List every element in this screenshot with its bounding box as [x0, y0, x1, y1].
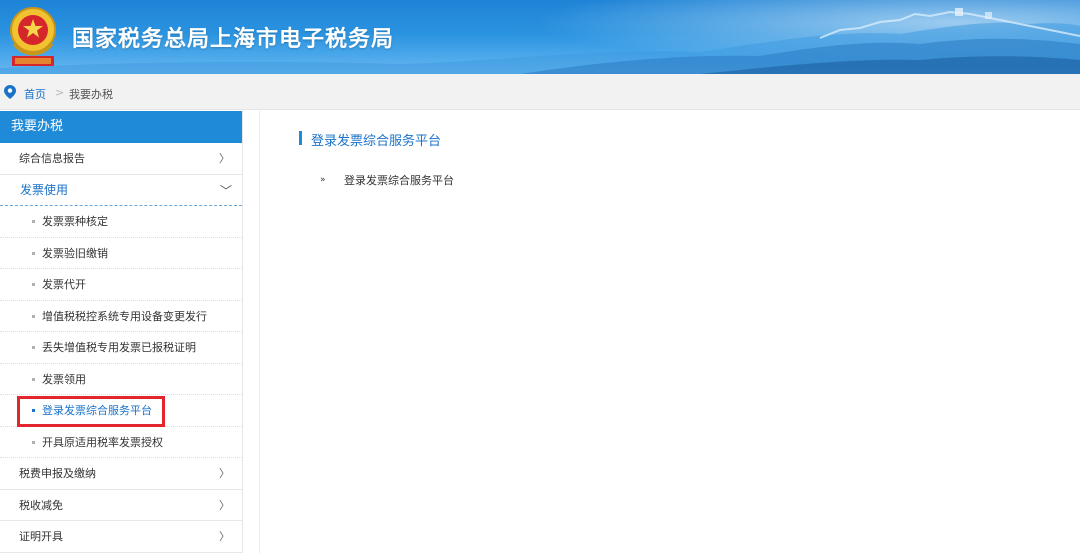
site-header: 国家税务总局上海市电子税务局 — [0, 0, 1080, 74]
bullet-icon — [32, 220, 35, 223]
sidebar-item-label: 税费申报及缴纳 — [19, 467, 96, 480]
bullet-icon — [32, 251, 35, 255]
sidebar-subitem-label: 发票领用 — [42, 372, 86, 386]
sidebar-subitem-label: 发票验旧缴销 — [42, 246, 108, 260]
sidebar-heading: 我要办税 — [0, 111, 242, 143]
bullet-icon — [32, 314, 35, 318]
sidebar-subitem-invoice-verify-cancel[interactable]: 发票验旧缴销 — [0, 238, 242, 269]
breadcrumb-home-link[interactable]: 首页 — [24, 86, 46, 102]
chevron-right-icon: 〉 — [219, 467, 230, 480]
breadcrumb: 首页 > 我要办税 — [0, 74, 1080, 110]
main-content: 登录发票综合服务平台 » 登录发票综合服务平台 — [259, 111, 1080, 553]
double-chevron-right-icon: » — [320, 175, 326, 185]
sidebar-item-certificate-issue[interactable]: 证明开具 〉 — [0, 521, 242, 553]
chevron-down-icon: ﹀ — [219, 183, 232, 198]
sidebar-subitem-label: 发票票种核定 — [42, 215, 108, 228]
chevron-right-icon: 〉 — [219, 498, 230, 512]
breadcrumb-separator: > — [55, 86, 65, 99]
bullet-icon — [32, 440, 35, 444]
sidebar-item-label: 发票使用 — [20, 182, 69, 197]
section-title: 登录发票综合服务平台 — [311, 134, 442, 149]
site-title: 国家税务总局上海市电子税务局 — [72, 27, 395, 52]
sidebar-subitem-label: 丢失增值税专用发票已报税证明 — [42, 341, 196, 354]
sidebar-item-tax-declaration-payment[interactable]: 税费申报及缴纳 〉 — [0, 458, 242, 490]
sidebar-subitem-label: 开具原适用税率发票授权 — [42, 435, 163, 449]
section-title-accent-bar — [299, 131, 302, 145]
sidebar-item-invoice-use[interactable]: 发票使用 ﹀ — [0, 175, 242, 206]
bullet-icon — [32, 283, 35, 286]
sidebar-subitem-vat-device-change[interactable]: 增值税税控系统专用设备变更发行 — [0, 301, 242, 332]
highlight-annotation-box — [17, 396, 165, 427]
bullet-icon — [32, 377, 35, 381]
location-pin-icon — [4, 85, 16, 99]
sidebar-item-comprehensive-info-report[interactable]: 综合信息报告 〉 — [0, 143, 242, 175]
sidebar-subitem-original-rate-invoice-auth[interactable]: 开具原适用税率发票授权 — [0, 427, 242, 458]
chevron-right-icon: 〉 — [219, 152, 230, 165]
sidebar-nav: 我要办税 综合信息报告 〉 发票使用 ﹀ 发票票种核定 发票验旧缴销 发票代开 … — [0, 111, 243, 553]
sidebar-item-label: 证明开具 — [19, 530, 63, 543]
sidebar-subitem-label: 增值税税控系统专用设备变更发行 — [42, 309, 207, 323]
sidebar-item-tax-reduction[interactable]: 税收减免 〉 — [0, 490, 242, 521]
bullet-icon — [32, 346, 35, 349]
sidebar-subitem-invoice-collect[interactable]: 发票领用 — [0, 364, 242, 395]
sidebar-item-label: 税收减免 — [19, 498, 63, 512]
chevron-right-icon: 〉 — [219, 530, 230, 543]
tax-emblem-icon — [10, 7, 56, 66]
sidebar-subitem-label: 发票代开 — [42, 278, 86, 291]
invoice-service-platform-login-link[interactable]: 登录发票综合服务平台 — [344, 172, 454, 188]
sidebar-item-label: 综合信息报告 — [19, 152, 85, 165]
breadcrumb-current: 我要办税 — [69, 88, 113, 101]
sidebar-subitem-lost-vat-invoice-proof[interactable]: 丢失增值税专用发票已报税证明 — [0, 332, 242, 364]
sidebar-subitem-invoice-type-approval[interactable]: 发票票种核定 — [0, 206, 242, 238]
sidebar-subitem-invoice-proxy-issue[interactable]: 发票代开 — [0, 269, 242, 301]
